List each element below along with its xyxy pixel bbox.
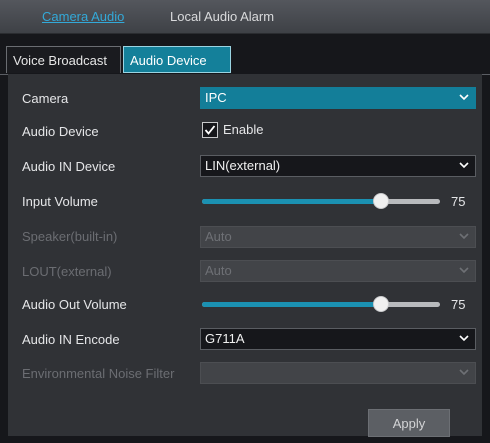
chevron-down-icon	[459, 233, 469, 240]
input-volume-slider-handle[interactable]	[372, 193, 389, 209]
noise-filter-label: Environmental Noise Filter	[22, 366, 175, 381]
enable-checkbox[interactable]	[202, 122, 218, 138]
audio-out-volume-label: Audio Out Volume	[22, 297, 127, 312]
speaker-builtin-value: Auto	[205, 229, 232, 244]
camera-select[interactable]: IPC	[200, 87, 476, 109]
tab-voice-broadcast[interactable]: Voice Broadcast	[6, 46, 121, 73]
input-volume-value: 75	[451, 194, 466, 209]
enable-checkbox-label: Enable	[223, 122, 264, 137]
apply-button[interactable]: Apply	[368, 409, 450, 437]
audio-out-volume-slider-handle[interactable]	[372, 296, 389, 312]
sub-tab-bar: Voice Broadcast Audio Device	[0, 42, 490, 75]
camera-select-value: IPC	[205, 90, 227, 105]
chevron-down-icon	[459, 94, 469, 101]
chevron-down-icon	[459, 335, 469, 342]
tab-camera-audio[interactable]: Camera Audio	[42, 9, 124, 24]
audio-in-device-label: Audio IN Device	[22, 159, 116, 174]
audio-in-encode-value: G711A	[205, 331, 245, 346]
lout-external-select: Auto	[200, 260, 476, 282]
noise-filter-select	[200, 362, 476, 384]
speaker-builtin-label: Speaker(built-in)	[22, 229, 118, 244]
checkmark-icon	[204, 125, 216, 135]
chevron-down-icon	[459, 162, 469, 169]
audio-out-volume-slider-fill	[202, 302, 381, 307]
tab-local-audio-alarm[interactable]: Local Audio Alarm	[170, 9, 274, 24]
audio-settings-window: Camera Audio Local Audio Alarm Voice Bro…	[0, 0, 490, 443]
input-volume-label: Input Volume	[22, 194, 98, 209]
audio-in-encode-select[interactable]: G711A	[200, 328, 476, 350]
audio-out-volume-slider[interactable]	[202, 296, 440, 312]
speaker-builtin-select: Auto	[200, 226, 476, 248]
audio-in-device-value: LIN(external)	[205, 158, 281, 173]
audio-device-label: Audio Device	[22, 124, 99, 139]
tab-audio-device[interactable]: Audio Device	[123, 46, 231, 73]
audio-in-encode-label: Audio IN Encode	[22, 332, 120, 347]
chevron-down-icon	[459, 369, 469, 376]
input-volume-slider[interactable]	[202, 193, 440, 209]
lout-external-value: Auto	[205, 263, 232, 278]
lout-external-label: LOUT(external)	[22, 264, 112, 279]
chevron-down-icon	[459, 267, 469, 274]
audio-in-device-select[interactable]: LIN(external)	[200, 155, 476, 177]
camera-label: Camera	[22, 91, 69, 106]
top-tab-bar: Camera Audio Local Audio Alarm	[0, 0, 490, 34]
audio-out-volume-value: 75	[451, 297, 466, 312]
input-volume-slider-fill	[202, 199, 381, 204]
